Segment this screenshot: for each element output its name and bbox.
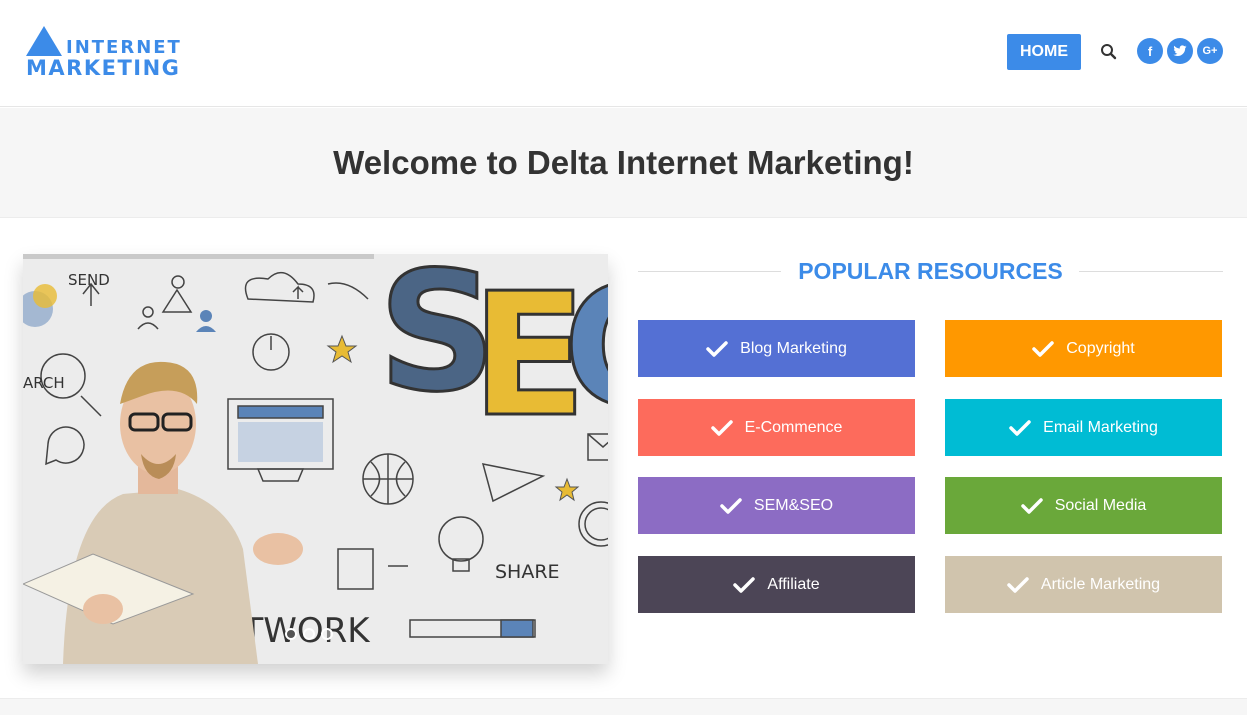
search-icon[interactable] bbox=[1099, 42, 1119, 62]
logo-text-bottom: MARKETING bbox=[26, 56, 181, 80]
resource-button-email-marketing[interactable]: Email Marketing bbox=[945, 399, 1222, 456]
check-icon bbox=[1007, 576, 1029, 593]
resource-button-label: Article Marketing bbox=[1040, 575, 1161, 593]
resource-button-label: Copyright bbox=[1066, 339, 1135, 357]
nav-home-button[interactable]: HOME bbox=[1007, 34, 1081, 70]
divider bbox=[1079, 271, 1223, 272]
svg-text:O: O bbox=[563, 254, 608, 443]
resource-button-label: Email Marketing bbox=[1043, 418, 1158, 436]
resource-button-e-commence[interactable]: E-Commence bbox=[638, 399, 915, 456]
check-icon bbox=[706, 340, 728, 357]
slider-dot[interactable] bbox=[285, 628, 297, 640]
resource-button-label: SEM&SEO bbox=[753, 496, 834, 514]
page-title: Welcome to Delta Internet Marketing! bbox=[333, 143, 914, 181]
site-header: INTERNET MARKETING HOME f G+ bbox=[0, 0, 1247, 107]
doodle-send-text: SEND bbox=[68, 271, 110, 289]
check-icon bbox=[720, 497, 742, 514]
check-icon bbox=[1009, 419, 1031, 436]
image-slider[interactable]: S E O SEND SHARE ETWORK ARCH bbox=[23, 254, 608, 664]
check-icon bbox=[733, 576, 756, 593]
footer-strip bbox=[0, 698, 1247, 715]
check-icon bbox=[710, 419, 733, 436]
resource-button-copyright[interactable]: Copyright bbox=[945, 320, 1222, 377]
check-icon bbox=[1032, 340, 1054, 357]
doodle-share-text: SHARE bbox=[495, 561, 560, 583]
doodle-search-text: ARCH bbox=[23, 374, 65, 392]
slider-dot[interactable] bbox=[321, 628, 333, 640]
slider-progress-bar bbox=[23, 254, 374, 259]
resource-button-blog-marketing[interactable]: Blog Marketing bbox=[638, 320, 915, 377]
logo-triangle-icon bbox=[26, 26, 62, 56]
title-band: Welcome to Delta Internet Marketing! bbox=[0, 108, 1247, 218]
resources-heading-block: POPULAR RESOURCES bbox=[638, 256, 1223, 286]
google-plus-icon[interactable]: G+ bbox=[1197, 38, 1223, 64]
site-logo[interactable]: INTERNET MARKETING bbox=[26, 26, 180, 82]
slider-dots bbox=[285, 628, 333, 640]
resource-button-label: Blog Marketing bbox=[740, 339, 847, 357]
resource-button-label: E-Commence bbox=[744, 418, 843, 436]
check-icon bbox=[1020, 497, 1043, 514]
resource-button-label: Affiliate bbox=[767, 575, 820, 593]
facebook-icon[interactable]: f bbox=[1137, 38, 1163, 64]
resource-button-affiliate[interactable]: Affiliate bbox=[638, 556, 915, 613]
twitter-icon[interactable] bbox=[1167, 38, 1193, 64]
resource-button-label: Social Media bbox=[1054, 496, 1147, 514]
resource-button-sem-seo[interactable]: SEM&SEO bbox=[638, 477, 915, 534]
resource-button-social-media[interactable]: Social Media bbox=[945, 477, 1222, 534]
seo-illustration-image: S E O SEND SHARE ETWORK ARCH bbox=[23, 254, 608, 664]
logo-text-top: INTERNET bbox=[66, 37, 182, 58]
resource-button-article-marketing[interactable]: Article Marketing bbox=[945, 556, 1222, 613]
slider-dot[interactable] bbox=[303, 628, 315, 640]
